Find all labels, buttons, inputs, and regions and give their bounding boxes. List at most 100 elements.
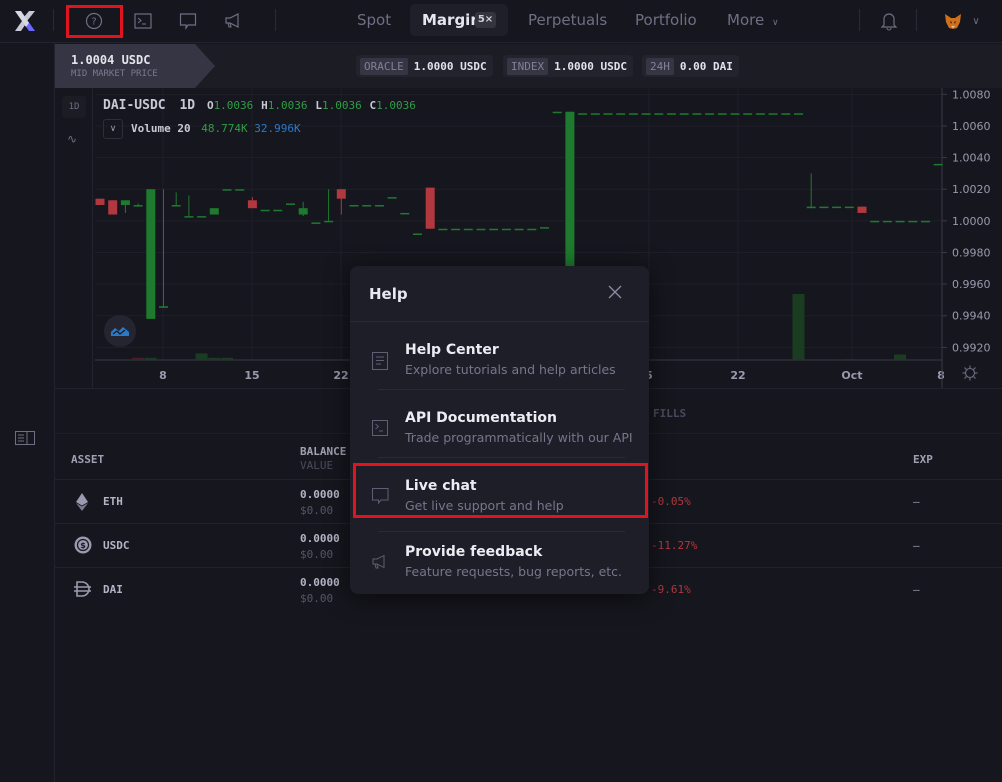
candle-body xyxy=(781,113,791,115)
tab-fills[interactable]: FILLS xyxy=(653,407,686,420)
value: $0.00 xyxy=(300,504,334,517)
chart-interval: 1D xyxy=(179,98,196,113)
y-tick-label: 1.0060 xyxy=(952,120,991,133)
candle-body xyxy=(235,189,245,191)
candle-body xyxy=(552,111,562,114)
legend-h-value: 1.0036 xyxy=(267,99,308,112)
y-tick-label: 1.0020 xyxy=(952,183,991,196)
market-info-bar: 1.0004 USDC MID MARKET PRICE ORACLE 1.00… xyxy=(55,44,1002,88)
tradingview-logo[interactable] xyxy=(104,315,136,347)
candle-body xyxy=(819,206,829,209)
help-center-item[interactable]: Help Center Explore tutorials and help a… xyxy=(350,328,649,394)
h24-tag: 24H xyxy=(646,57,674,75)
top-navigation-bar: ? Spot Margin 5× Perpetuals Portfolio Mo… xyxy=(0,0,1002,43)
candle-body xyxy=(438,228,448,231)
megaphone-icon[interactable] xyxy=(221,9,247,33)
candle-body xyxy=(933,163,943,166)
mid-price-value: 1.0004 USDC xyxy=(71,53,151,67)
nav-portfolio[interactable]: Portfolio xyxy=(635,4,697,36)
candle-body xyxy=(565,111,575,285)
column-header-balance[interactable]: BALANCE xyxy=(300,445,346,458)
candle-body xyxy=(679,113,689,115)
candle-body xyxy=(705,113,715,115)
candle-body xyxy=(298,208,308,215)
candle-body xyxy=(133,205,143,207)
close-icon[interactable] xyxy=(608,284,626,302)
candle-body xyxy=(616,113,626,115)
legend-l-label: L xyxy=(315,99,322,112)
y-tick-label: 0.9960 xyxy=(952,278,991,291)
candle-body xyxy=(514,228,524,231)
candle-body xyxy=(197,216,207,218)
exp: – xyxy=(913,583,920,596)
chart-settings-gear-icon[interactable] xyxy=(962,365,980,383)
candle-body xyxy=(171,205,181,207)
mid-price-label: MID MARKET PRICE xyxy=(71,69,158,79)
indicator-wave-icon[interactable]: ∿ xyxy=(67,132,77,146)
candle-body xyxy=(184,216,194,218)
candle-body xyxy=(400,212,410,215)
chat-icon[interactable] xyxy=(175,9,201,33)
y-tick-label: 1.0040 xyxy=(952,152,991,165)
volume-24h: 24H 0.00 DAI xyxy=(642,55,739,77)
terminal-icon[interactable] xyxy=(130,9,156,33)
oracle-value: 1.0000 USDC xyxy=(413,59,487,73)
nav-perpetuals[interactable]: Perpetuals xyxy=(528,4,607,36)
candle-body xyxy=(882,220,892,223)
balance: 0.0000 xyxy=(300,576,340,589)
candle-body xyxy=(108,200,118,215)
candle-body xyxy=(120,200,130,206)
legend-h-label: H xyxy=(261,99,268,112)
layout-toggle-icon[interactable] xyxy=(15,430,35,445)
account-chevron-down-icon[interactable]: ∨ xyxy=(963,9,989,33)
bell-icon[interactable] xyxy=(876,9,902,33)
legend-collapse-button[interactable]: ∨ xyxy=(103,119,123,139)
candle-body xyxy=(362,205,372,207)
interval-button[interactable]: 1D xyxy=(62,96,86,118)
terminal-icon xyxy=(372,420,390,438)
item-title: Provide feedback xyxy=(405,544,543,560)
nav-spot[interactable]: Spot xyxy=(357,4,391,36)
oracle-price: ORACLE 1.0000 USDC xyxy=(356,55,493,77)
api-documentation-item[interactable]: API Documentation Trade programmatically… xyxy=(350,396,649,462)
asset-name: USDC xyxy=(103,539,130,552)
chevron-down-icon: ∨ xyxy=(771,18,779,28)
divider xyxy=(350,321,649,322)
candle-body xyxy=(527,228,537,231)
live-chat-highlight xyxy=(353,463,648,518)
divider xyxy=(916,9,917,31)
candle-body xyxy=(463,228,473,231)
candle-body xyxy=(95,198,105,206)
change-percent: -11.27% xyxy=(651,539,698,552)
volume-bar xyxy=(792,294,805,360)
candle-body xyxy=(654,113,664,115)
x-tick-label: 8 xyxy=(937,369,945,382)
volume-label: Volume 20 xyxy=(131,122,191,135)
column-header-exp[interactable]: EXP xyxy=(913,453,933,466)
candle-body xyxy=(692,113,702,115)
mid-market-price: 1.0004 USDC MID MARKET PRICE xyxy=(55,44,195,88)
divider xyxy=(275,9,276,31)
column-header-value: VALUE xyxy=(300,459,334,472)
nav-margin[interactable]: Margin 5× xyxy=(410,4,508,36)
divider xyxy=(53,9,54,31)
candle-body xyxy=(806,206,816,209)
help-icon-highlight xyxy=(66,5,123,38)
candle-body xyxy=(273,209,283,212)
eth-icon xyxy=(75,493,89,515)
mid-price-arrow xyxy=(195,44,215,88)
volume-bar xyxy=(221,357,233,360)
nav-more[interactable]: More ∨ xyxy=(727,4,779,36)
dydx-logo[interactable] xyxy=(12,8,38,34)
exp: – xyxy=(913,495,920,508)
asset-name: ETH xyxy=(103,495,123,508)
document-icon xyxy=(372,352,390,370)
column-header-asset[interactable]: ASSET xyxy=(71,453,104,466)
volume-value-1: 48.774K xyxy=(201,122,248,135)
legend-o-value: 1.0036 xyxy=(213,99,254,112)
candle-body xyxy=(628,113,638,115)
leverage-badge: 5× xyxy=(475,12,496,28)
provide-feedback-item[interactable]: Provide feedback Feature requests, bug r… xyxy=(350,530,649,596)
candle-body xyxy=(451,228,461,231)
value: $0.00 xyxy=(300,548,334,561)
